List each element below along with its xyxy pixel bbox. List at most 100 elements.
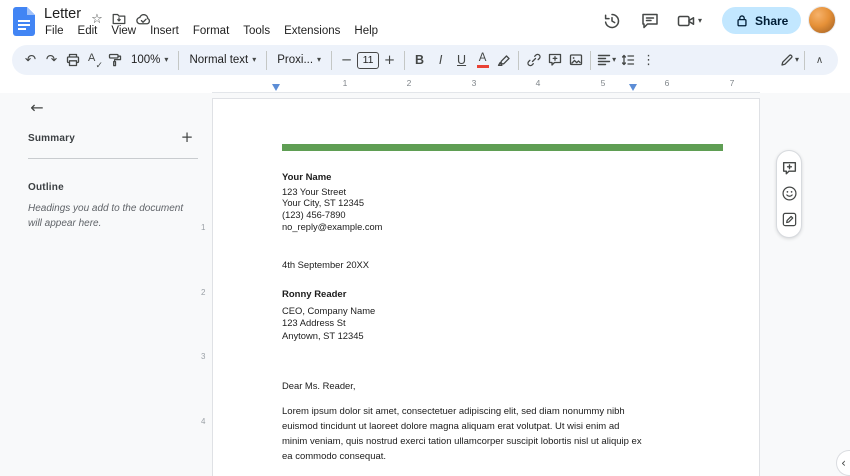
chevron-down-icon: ▾ <box>317 55 322 64</box>
share-label: Share <box>755 13 789 28</box>
zoom-select[interactable]: 100% ▾ <box>125 48 174 72</box>
spellcheck-button[interactable]: A ✓ <box>83 48 104 72</box>
comments-button[interactable] <box>638 9 662 33</box>
text-color-icon: A <box>476 51 490 69</box>
version-history-button[interactable] <box>600 9 624 33</box>
toolbar-divider <box>331 50 333 70</box>
toolbar: ↶ ↷ A ✓ 100% ▾ Normal text ▾ Proxi... ▾ … <box>12 45 838 75</box>
summary-label: Summary <box>28 133 75 144</box>
ruler-mark: 2 <box>406 78 412 88</box>
ruler-mark: 5 <box>600 78 606 88</box>
text-color-button[interactable]: A <box>472 48 493 72</box>
sender-line[interactable]: Your City, ST 12345 <box>282 198 382 210</box>
redo-button[interactable]: ↷ <box>41 48 62 72</box>
recipient-name[interactable]: Ronny Reader <box>282 289 375 302</box>
chevron-down-icon: ▾ <box>164 55 169 64</box>
hide-menus-button[interactable]: ∧ <box>809 48 830 72</box>
document-area: ← Summary + Outline Headings you add to … <box>0 93 850 476</box>
sender-name[interactable]: Your Name <box>282 172 382 184</box>
editing-mode-button[interactable]: ▾ <box>778 48 800 72</box>
sender-line[interactable]: (123) 456-7890 <box>282 210 382 222</box>
increase-font-size-button[interactable]: + <box>379 48 400 72</box>
undo-button[interactable]: ↶ <box>20 48 41 72</box>
recipient-line[interactable]: CEO, Company Name <box>282 305 375 318</box>
font-size-input[interactable]: 11 <box>357 51 380 69</box>
ruler-mark: 6 <box>664 78 670 88</box>
horizontal-ruler[interactable]: 1 2 3 4 5 6 7 <box>0 76 850 93</box>
toolbar-divider <box>804 50 805 70</box>
font-value: Proxi... <box>277 54 314 66</box>
more-options-button[interactable]: ⋮ <box>638 48 659 72</box>
avatar[interactable] <box>808 6 836 34</box>
menu-bar: File Edit View Insert Format Tools Exten… <box>38 23 385 39</box>
chevron-down-icon: ▾ <box>252 55 257 64</box>
font-select[interactable]: Proxi... ▾ <box>271 48 327 72</box>
meet-video-button[interactable]: ▾ <box>672 9 706 33</box>
top-bar: Letter ☆ File Edit View Insert Format To… <box>0 0 850 44</box>
vertical-ruler-mark: 3 <box>201 352 206 361</box>
recipient-line[interactable]: Anytown, ST 12345 <box>282 330 375 343</box>
left-indent-marker[interactable] <box>272 84 280 91</box>
sender-block[interactable]: Your Name 123 Your Street Your City, ST … <box>282 172 382 234</box>
document-title[interactable]: Letter <box>44 6 81 22</box>
ruler-mark: 3 <box>471 78 477 88</box>
date-line[interactable]: 4th September 20XX <box>282 259 369 270</box>
insert-link-button[interactable] <box>523 48 544 72</box>
spellcheck-icon: A ✓ <box>88 51 103 71</box>
ruler-mark: 4 <box>535 78 541 88</box>
greeting-line[interactable]: Dear Ms. Reader, <box>282 380 355 391</box>
menu-insert[interactable]: Insert <box>143 23 186 39</box>
document-page[interactable]: Your Name 123 Your Street Your City, ST … <box>212 98 760 476</box>
sender-line[interactable]: 123 Your Street <box>282 187 382 199</box>
docs-logo-icon[interactable] <box>13 7 35 36</box>
menu-help[interactable]: Help <box>347 23 385 39</box>
italic-button[interactable]: I <box>430 48 451 72</box>
sender-line[interactable]: no_reply@example.com <box>282 222 382 234</box>
toolbar-right-group: ▾ ∧ <box>778 48 830 72</box>
lock-icon <box>735 13 749 28</box>
right-indent-marker[interactable] <box>629 84 637 91</box>
menu-edit[interactable]: Edit <box>71 23 105 39</box>
margin-actions-rail <box>776 150 802 238</box>
close-side-panel-button[interactable]: ← <box>26 96 48 118</box>
menu-tools[interactable]: Tools <box>236 23 277 39</box>
bold-button[interactable]: B <box>409 48 430 72</box>
menu-file[interactable]: File <box>38 23 71 39</box>
style-value: Normal text <box>189 54 249 66</box>
toolbar-divider <box>266 50 268 70</box>
add-comment-button[interactable] <box>544 48 565 72</box>
add-comment-margin-button[interactable] <box>780 160 798 178</box>
vertical-ruler-mark: 2 <box>201 288 206 297</box>
accent-bar <box>282 144 723 151</box>
recipient-block[interactable]: Ronny Reader CEO, Company Name 123 Addre… <box>282 289 375 342</box>
line-spacing-button[interactable] <box>617 48 638 72</box>
toolbar-divider <box>404 50 406 70</box>
recipient-line[interactable]: 123 Address St <box>282 317 375 330</box>
vertical-ruler-mark: 4 <box>201 417 206 426</box>
chevron-down-icon[interactable]: ▾ <box>698 17 702 25</box>
highlight-color-button[interactable] <box>493 48 514 72</box>
add-summary-button[interactable]: + <box>178 128 196 146</box>
add-reaction-button[interactable] <box>780 185 798 203</box>
chevron-down-icon: ▾ <box>612 55 617 64</box>
vertical-ruler-mark: 1 <box>201 223 206 232</box>
outline-label: Outline <box>28 182 64 193</box>
body-paragraph[interactable]: Lorem ipsum dolor sit amet, consectetuer… <box>282 404 644 464</box>
suggest-edits-button[interactable] <box>780 210 798 228</box>
align-button[interactable]: ▾ <box>595 48 617 72</box>
underline-button[interactable]: U <box>451 48 472 72</box>
chevron-down-icon: ▾ <box>794 55 799 64</box>
insert-image-button[interactable] <box>565 48 586 72</box>
ruler-mark: 1 <box>342 78 348 88</box>
print-button[interactable] <box>62 48 83 72</box>
outline-hint-text: Headings you add to the document will ap… <box>28 203 184 229</box>
collapse-panel-tab[interactable]: ‹ <box>836 450 850 476</box>
decrease-font-size-button[interactable]: − <box>336 48 357 72</box>
zoom-value: 100% <box>131 54 161 66</box>
paint-format-button[interactable] <box>104 48 125 72</box>
menu-extensions[interactable]: Extensions <box>277 23 347 39</box>
menu-format[interactable]: Format <box>186 23 236 39</box>
paragraph-style-select[interactable]: Normal text ▾ <box>183 48 262 72</box>
menu-view[interactable]: View <box>104 23 143 39</box>
share-button[interactable]: Share <box>722 7 802 34</box>
